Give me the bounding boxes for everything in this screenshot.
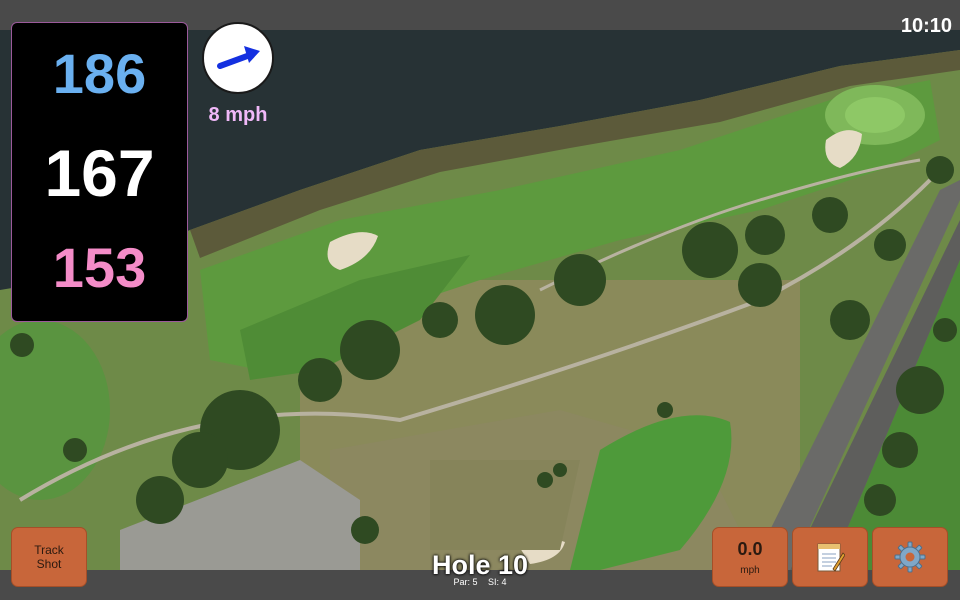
speed-unit: mph — [740, 564, 760, 576]
clock: 10:10 — [900, 15, 952, 37]
hole-par: Par: 5 — [453, 577, 478, 587]
arrow-east-northeast-icon — [217, 46, 260, 69]
track-shot-label-line2: Shot — [36, 557, 62, 571]
notepad-icon — [817, 543, 845, 572]
wind-speed-label: 8 mph — [208, 104, 268, 126]
notes-button[interactable] — [792, 527, 868, 587]
distance-middle: 167 — [44, 136, 155, 210]
hole-stroke-index: SI: 4 — [488, 577, 507, 587]
track-shot-label-line1: Track — [34, 543, 64, 557]
gear-icon — [894, 541, 926, 573]
track-shot-button[interactable]: Track Shot — [11, 527, 87, 587]
hole-info: Par: 5 SI: 4 — [380, 577, 580, 587]
distance-panel: 186 167 153 — [11, 22, 188, 322]
distance-back: 186 — [52, 42, 147, 105]
wind-direction-dial — [202, 22, 274, 94]
settings-button[interactable] — [872, 527, 948, 587]
speed-value: 0.0 — [737, 538, 763, 559]
distance-front: 153 — [52, 236, 147, 299]
speed-button[interactable]: 0.0 mph — [712, 527, 788, 587]
